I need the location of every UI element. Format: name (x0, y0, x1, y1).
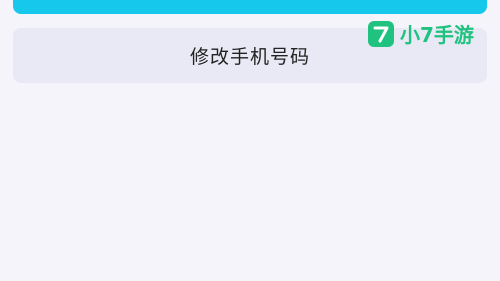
top-action-bar[interactable] (13, 0, 487, 14)
watermark-text: 小7手游 (400, 23, 474, 47)
page: 修改手机号码 小7手游 (0, 0, 500, 281)
watermark: 小7手游 (368, 19, 474, 48)
seven-logo-icon (368, 20, 394, 47)
change-phone-label: 修改手机号码 (189, 46, 310, 68)
